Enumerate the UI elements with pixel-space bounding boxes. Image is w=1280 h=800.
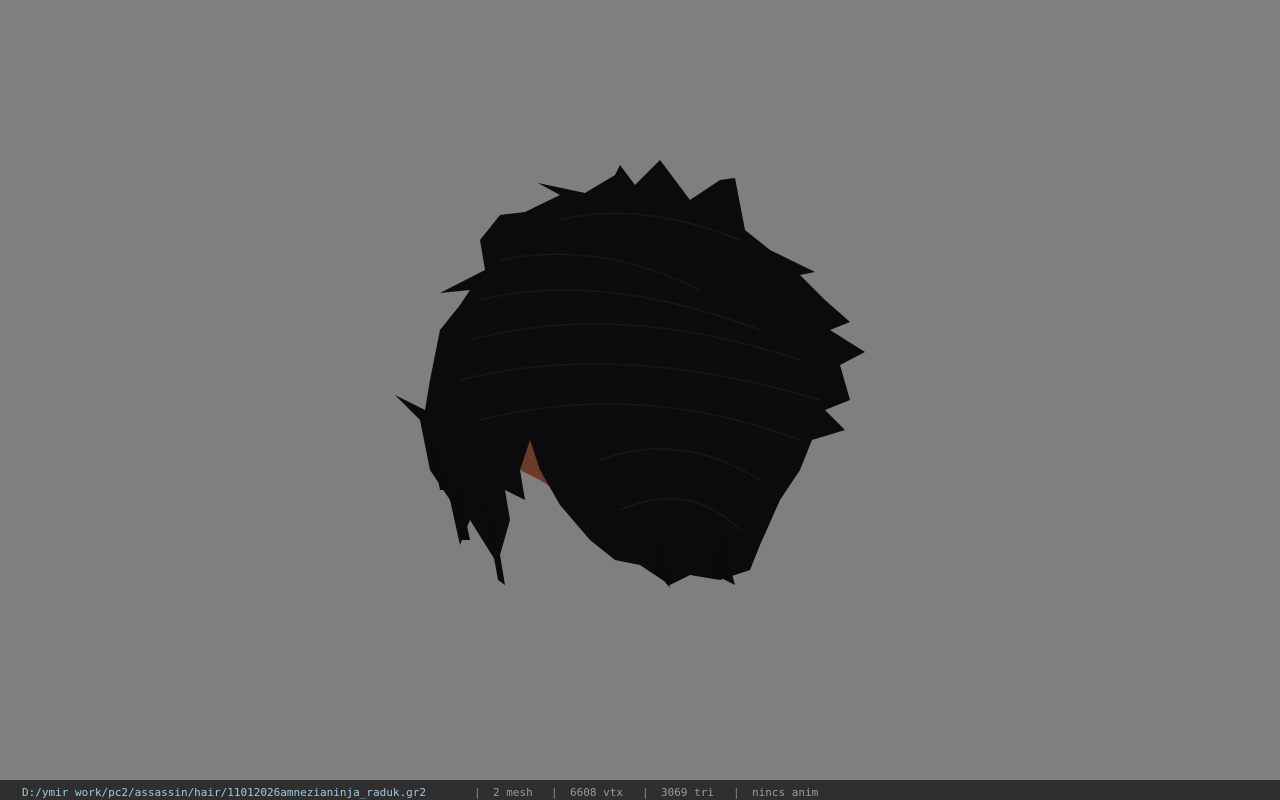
file-path-text: D:/ymir work/pc2/assassin/hair/11012026a… — [22, 786, 426, 799]
separator: | — [551, 786, 558, 799]
separator: | — [642, 786, 649, 799]
anim-status-text: nincs anim — [752, 786, 819, 799]
status-bar: D:/ymir work/pc2/assassin/hair/11012026a… — [0, 780, 1280, 800]
separator: | — [474, 786, 481, 799]
separator: | — [733, 786, 740, 799]
mesh-count-text: 2 mesh — [493, 786, 533, 799]
vertex-count-text: 6608 vtx — [570, 786, 623, 799]
triangle-count-text: 3069 tri — [661, 786, 714, 799]
3d-viewport[interactable] — [0, 0, 1280, 780]
hair-model-render[interactable] — [0, 0, 1280, 780]
